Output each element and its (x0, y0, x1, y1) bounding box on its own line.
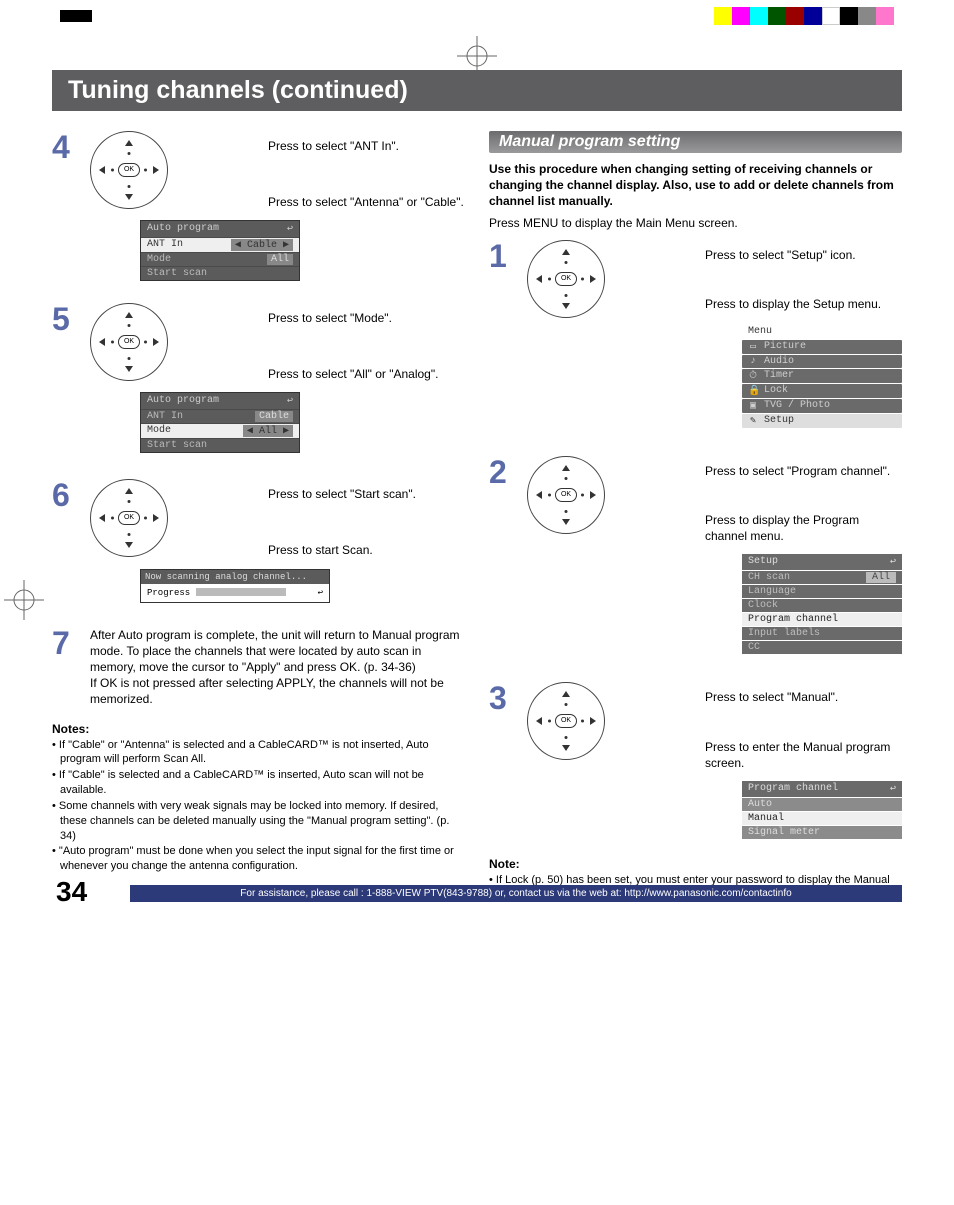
setup-clock: Clock (748, 600, 778, 611)
menu-title: Menu (742, 324, 902, 339)
osd5-title: Auto program (147, 395, 219, 407)
back-icon: ↩ (287, 395, 293, 407)
notes-list: If "Cable" or "Antenna" is selected and … (52, 738, 465, 875)
r2-b: Press to display the Program channel men… (705, 513, 902, 544)
step-6: 6 OK Press to select "Start scan". Press… (52, 479, 465, 562)
prog-title: Program channel (748, 783, 838, 795)
footer-assistance: For assistance, please call : 1-888-VIEW… (130, 885, 902, 902)
side-crop-mark (4, 580, 44, 623)
r-step-3: 3 OK Press to select "Manual". Press to … (489, 682, 902, 775)
step4-instruction-a: Press to select "ANT In". (268, 139, 464, 155)
back-icon: ↩ (318, 588, 323, 598)
lock-icon: 🔒 (748, 385, 758, 397)
osd5-mode: Mode (147, 425, 171, 437)
step-number-5: 5 (52, 303, 78, 335)
step-number-3: 3 (489, 682, 515, 714)
r-step-1: 1 OK Press to select "Setup" icon. Press… (489, 240, 902, 318)
menu-timer: Timer (764, 370, 794, 381)
osd4-title: Auto program (147, 223, 219, 235)
dpad-icon: OK (90, 131, 168, 209)
osd4-mode: Mode (147, 254, 171, 265)
step6-instruction-a: Press to select "Start scan". (268, 487, 416, 503)
step-number-7: 7 (52, 627, 78, 659)
step-5: 5 OK Press to select "Mode". Press to se… (52, 303, 465, 386)
note-item: Some channels with very weak signals may… (52, 799, 465, 844)
step7-text: After Auto program is complete, the unit… (90, 627, 465, 708)
scan-progress-label: Progress (147, 588, 190, 598)
photo-icon: ▣ (748, 400, 758, 412)
section-lead: Use this procedure when changing setting… (489, 161, 902, 210)
menu-setup: Setup (764, 415, 794, 426)
back-icon: ↩ (890, 783, 896, 795)
step-number-1: 1 (489, 240, 515, 272)
menu-audio: Audio (764, 356, 794, 367)
back-icon: ↩ (890, 556, 896, 568)
r1-a: Press to select "Setup" icon. (705, 248, 881, 264)
notes-heading: Notes: (52, 722, 465, 736)
setup-menu-box: Setup↩ CH scanAll Language Clock Program… (742, 554, 902, 654)
scan-msg: Now scanning analog channel... (141, 570, 329, 584)
section-heading: Manual program setting (489, 131, 902, 153)
setup-ch-scan: CH scan (748, 572, 790, 583)
main-menu-box: Menu ▭ Picture ♪ Audio ⏱ Timer 🔒 Lock ▣ TVG /… (742, 324, 902, 428)
step-number-6: 6 (52, 479, 78, 511)
right-column: Manual program setting Use this procedur… (489, 131, 902, 904)
step4-instruction-b: Press to select "Antenna" or "Cable". (268, 195, 464, 211)
dpad-icon: OK (527, 456, 605, 534)
progress-bar-icon (196, 588, 286, 596)
setup-cc: CC (748, 642, 760, 653)
step5-instruction-a: Press to select "Mode". (268, 311, 438, 327)
step-7: 7 After Auto program is complete, the un… (52, 627, 465, 708)
r3-a: Press to select "Manual". (705, 690, 902, 706)
osd5-ant-in: ANT In (147, 411, 183, 422)
dpad-icon: OK (527, 240, 605, 318)
dpad-icon: OK (90, 303, 168, 381)
page-title: Tuning channels (continued) (52, 70, 902, 111)
osd4-start-scan: Start scan (147, 268, 207, 279)
setup-language: Language (748, 586, 796, 597)
menu-tvg-photo: TVG / Photo (764, 400, 830, 411)
osd-auto-program-2: Auto program↩ ANT InCable Mode◀ All ▶ St… (140, 392, 300, 453)
step-number-4: 4 (52, 131, 78, 163)
dpad-icon: OK (527, 682, 605, 760)
prog-signal-meter: Signal meter (742, 826, 902, 839)
audio-icon: ♪ (748, 356, 758, 367)
r2-a: Press to select "Program channel". (705, 464, 902, 480)
step5-instruction-b: Press to select "All" or "Analog". (268, 367, 438, 383)
prog-manual: Manual (742, 812, 902, 825)
note-item: If "Cable" or "Antenna" is selected and … (52, 738, 465, 768)
program-channel-box: Program channel ↩ Auto Manual Signal mete… (742, 781, 902, 839)
osd5-start-scan: Start scan (147, 440, 207, 451)
setup-icon: ✎ (748, 415, 758, 427)
ok-button-label: OK (118, 163, 140, 177)
r-step-2: 2 OK Press to select "Program channel". … (489, 456, 902, 549)
osd-auto-program-1: Auto program↩ ANT In◀ Cable ▶ ModeAll St… (140, 220, 300, 281)
setup-title: Setup (748, 556, 778, 568)
picture-icon: ▭ (748, 341, 758, 353)
step6-instruction-b: Press to start Scan. (268, 543, 416, 559)
osd4-ant-in: ANT In (147, 239, 183, 251)
right-note-heading: Note: (489, 857, 902, 871)
timer-icon: ⏱ (748, 370, 758, 382)
step-4: 4 OK Press to select "ANT In". Press to … (52, 131, 465, 214)
r3-b: Press to enter the Manual program screen… (705, 740, 902, 771)
setup-input-labels: Input labels (748, 628, 820, 639)
page-number: 34 (56, 876, 87, 908)
menu-picture: Picture (764, 341, 806, 352)
note-item: "Auto program" must be done when you sel… (52, 844, 465, 874)
note-item: If "Cable" is selected and a CableCARD™ … (52, 768, 465, 798)
menu-lock: Lock (764, 385, 788, 396)
scan-progress-box: Now scanning analog channel... Progress … (140, 569, 330, 603)
setup-program-channel: Program channel (748, 614, 838, 625)
left-column: 4 OK Press to select "ANT In". Press to … (52, 131, 465, 904)
prog-auto: Auto (742, 798, 902, 811)
back-icon: ↩ (287, 223, 293, 235)
section-pretext: Press MENU to display the Main Menu scre… (489, 216, 902, 230)
dpad-icon: OK (90, 479, 168, 557)
r1-b: Press to display the Setup menu. (705, 297, 881, 313)
step-number-2: 2 (489, 456, 515, 488)
